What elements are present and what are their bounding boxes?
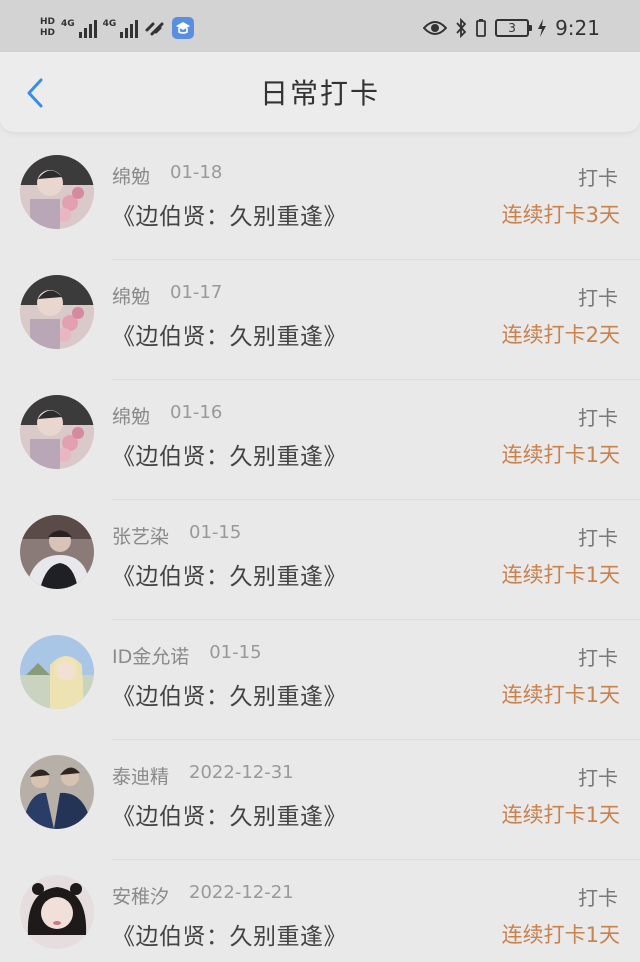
book-title[interactable]: 《边伯贤：久别重逢》 [112,797,347,831]
entry-date: 01-15 [189,522,242,543]
entry-date: 2022-12-31 [189,762,294,783]
link-icon [145,22,164,36]
avatar[interactable] [20,875,94,949]
battery-icon: 3 [495,19,533,37]
app-header: 日常打卡 [0,52,640,132]
vibrate-battery-icon [476,19,486,37]
back-button[interactable] [20,76,50,110]
user-name[interactable]: 绵勉 [112,402,150,429]
book-title[interactable]: 《边伯贤：久别重逢》 [112,197,347,231]
entry-date: 01-17 [170,282,223,303]
book-title[interactable]: 《边伯贤：久别重逢》 [112,917,347,951]
avatar[interactable] [20,155,94,229]
entry-meta: 泰迪精 2022-12-31 [112,762,294,789]
avatar[interactable] [20,515,94,589]
network-type-1: 4G [61,19,75,29]
streak-text: 连续打卡1天 [501,923,620,947]
list-item[interactable]: 绵勉 01-17 《边伯贤：久别重逢》 打卡 连续打卡2天 [0,260,640,380]
book-title[interactable]: 《边伯贤：久别重逢》 [112,317,347,351]
checkin-label: 打卡 [578,406,618,430]
streak-text: 连续打卡1天 [501,443,620,467]
network-type-2: 4G [102,19,117,29]
bluetooth-icon [456,18,467,38]
list-item[interactable]: ID金允诺 01-15 《边伯贤：久别重逢》 打卡 连续打卡1天 [0,620,640,740]
chevron-left-icon [27,78,43,108]
list-item[interactable]: 泰迪精 2022-12-31 《边伯贤：久别重逢》 打卡 连续打卡1天 [0,740,640,860]
checkin-label: 打卡 [578,766,618,790]
entry-meta: 绵勉 01-16 [112,402,222,429]
eye-icon [423,21,448,35]
entry-date: 01-18 [170,162,223,183]
user-name[interactable]: 泰迪精 [112,762,169,789]
avatar[interactable] [20,635,94,709]
hd-indicator: HD HD [40,18,55,38]
checkin-list: 绵勉 01-18 《边伯贤：久别重逢》 打卡 连续打卡3天 绵勉 01-17 《… [0,140,640,962]
book-title[interactable]: 《边伯贤：久别重逢》 [112,677,347,711]
user-name[interactable]: 绵勉 [112,162,150,189]
avatar[interactable] [20,395,94,469]
app-notification-icon [172,17,195,39]
checkin-label: 打卡 [578,886,618,910]
entry-date: 01-15 [209,642,262,663]
list-item[interactable]: 张艺染 01-15 《边伯贤：久别重逢》 打卡 连续打卡1天 [0,500,640,620]
hd-label-2: HD [40,28,56,38]
clock: 9:21 [555,16,600,40]
streak-text: 连续打卡1天 [501,683,620,707]
user-name[interactable]: 张艺染 [112,522,169,549]
entry-meta: 绵勉 01-17 [112,282,222,309]
checkin-label: 打卡 [578,646,618,670]
status-right: 3 9:21 [423,16,600,40]
entry-meta: ID金允诺 01-15 [112,642,262,669]
status-left: HD HD 4G 4G [40,17,195,39]
signal-icon-2 [120,18,139,38]
hd-label-1: HD [40,17,56,27]
checkin-label: 打卡 [578,286,618,310]
user-name[interactable]: 绵勉 [112,282,150,309]
book-title[interactable]: 《边伯贤：久别重逢》 [112,557,347,591]
user-name[interactable]: ID金允诺 [112,642,189,669]
avatar[interactable] [20,275,94,349]
entry-meta: 安稚汐 2022-12-21 [112,882,294,909]
list-item[interactable]: 安稚汐 2022-12-21 《边伯贤：久别重逢》 打卡 连续打卡1天 [0,860,640,962]
checkin-label: 打卡 [578,166,618,190]
list-item[interactable]: 绵勉 01-16 《边伯贤：久别重逢》 打卡 连续打卡1天 [0,380,640,500]
streak-text: 连续打卡3天 [501,203,620,227]
entry-date: 2022-12-21 [189,882,294,903]
status-bar: HD HD 4G 4G 3 9:21 [0,0,640,56]
avatar[interactable] [20,755,94,829]
battery-level: 3 [508,21,516,35]
user-name[interactable]: 安稚汐 [112,882,169,909]
entry-meta: 张艺染 01-15 [112,522,241,549]
entry-date: 01-16 [170,402,223,423]
checkin-label: 打卡 [578,526,618,550]
signal-icon [78,18,97,38]
streak-text: 连续打卡1天 [501,803,620,827]
entry-meta: 绵勉 01-18 [112,162,222,189]
list-item[interactable]: 绵勉 01-18 《边伯贤：久别重逢》 打卡 连续打卡3天 [0,140,640,260]
page-title: 日常打卡 [259,77,380,110]
book-title[interactable]: 《边伯贤：久别重逢》 [112,437,347,471]
streak-text: 连续打卡1天 [501,563,620,587]
streak-text: 连续打卡2天 [501,323,620,347]
charging-icon [538,19,547,37]
